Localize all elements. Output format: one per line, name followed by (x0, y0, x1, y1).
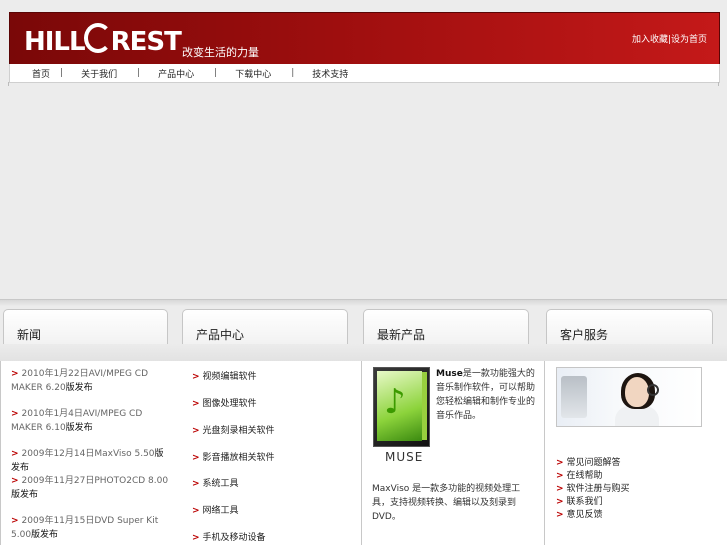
news-date: 2009年12月14日 (21, 449, 95, 459)
news-date: 2010年1月4日 (21, 409, 83, 419)
nav-item-downloads[interactable]: 下载中心 (235, 70, 271, 80)
news-item[interactable]: >2009年11月27日PHOTO2CD 8.00版发布 (11, 474, 171, 502)
divider (8, 82, 9, 86)
news-title: MaxViso 5.50 (94, 449, 155, 459)
product-category-link[interactable]: > 系统工具 (192, 476, 239, 489)
product-category-link[interactable]: > 光盘刻录相关软件 (192, 423, 275, 436)
nav-item-about[interactable]: 关于我们 (81, 70, 117, 80)
service-link[interactable]: > 意见反馈 (556, 507, 603, 520)
news-suffix: 版发布 (31, 530, 59, 540)
nav-item-products[interactable]: 产品中心 (158, 70, 194, 80)
news-date: 2009年11月27日 (21, 476, 95, 486)
nav-separator: | (214, 68, 218, 78)
tab-label: 新闻 (17, 328, 42, 342)
product-name[interactable]: Muse (436, 369, 463, 379)
product-box-label: MUSE (385, 450, 424, 464)
product-category-link[interactable]: > 手机及移动设备 (192, 530, 266, 543)
latest-product-description-2: MaxViso 是一款多功能的视频处理工具，支持视频转换、编辑以及刻录到DVD。 (372, 484, 521, 522)
tab-news[interactable]: 新闻 (3, 309, 168, 344)
nav-item-support[interactable]: 技术支持 (312, 70, 348, 80)
logo-text-rest: REST (110, 27, 182, 57)
tab-product-center[interactable]: 产品中心 (182, 309, 348, 344)
nav-separator: | (60, 68, 64, 78)
tab-customer-service[interactable]: 客户服务 (546, 309, 713, 344)
news-item[interactable]: >2010年1月22日AVI/MPEG CD MAKER 6.20版发布 (11, 367, 171, 395)
news-suffix: 版发布 (65, 383, 93, 393)
news-date: 2010年1月22日 (21, 369, 89, 379)
tab-latest-products[interactable]: 最新产品 (363, 309, 529, 344)
product-category-link[interactable]: > 视频编辑软件 (192, 369, 257, 382)
logo-text-hill: HILL (24, 27, 86, 57)
latest-product-description: Muse是一款功能强大的音乐制作软件，可以帮助您轻松编辑和制作专业的音乐作品。 (436, 369, 536, 421)
slogan: 改变生活的力量 (182, 46, 259, 59)
product-category-link[interactable]: > 影音播放相关软件 (192, 450, 275, 463)
news-title: PHOTO2CD 8.00 (94, 476, 169, 486)
logo[interactable]: HILL REST (24, 23, 182, 57)
nav-separator: | (291, 68, 295, 78)
tab-label: 客户服务 (560, 328, 609, 342)
product-category-link[interactable]: > 图像处理软件 (192, 396, 257, 409)
news-suffix: 版发布 (11, 490, 39, 500)
main-nav: 首页 | 关于我们 | 产品中心 | 下载中心 | 技术支持 (9, 64, 720, 83)
tab-label: 产品中心 (196, 328, 245, 342)
news-suffix: 版发布 (65, 423, 93, 433)
service-link[interactable]: > 软件注册与购买 (556, 481, 630, 494)
bookmark-homepage-links[interactable]: 加入收藏|设为首页 (632, 35, 707, 45)
service-link[interactable]: > 在线帮助 (556, 468, 603, 481)
top-links: 加入收藏|设为首页 (632, 32, 707, 45)
music-note-icon: ♪ (384, 382, 406, 422)
service-link[interactable]: > 联系我们 (556, 494, 603, 507)
divider (718, 82, 719, 86)
nav-separator: | (137, 68, 141, 78)
site-header: HILL REST 改变生活的力量 加入收藏|设为首页 (9, 12, 720, 66)
news-item[interactable]: >2009年12月14日MaxViso 5.50版发布 (11, 447, 171, 475)
news-item[interactable]: >2009年11月15日DVD Super Kit 5.00版发布 (11, 514, 171, 542)
service-link[interactable]: > 常见问题解答 (556, 455, 621, 468)
nav-item-home[interactable]: 首页 (32, 70, 50, 80)
product-category-link[interactable]: > 网络工具 (192, 503, 239, 516)
tab-label: 最新产品 (377, 328, 426, 342)
news-date: 2009年11月15日 (21, 516, 95, 526)
support-agent-photo (556, 367, 702, 427)
news-item[interactable]: >2010年1月4日AVI/MPEG CD MAKER 6.10版发布 (11, 407, 171, 435)
logo-c-icon (83, 23, 112, 53)
headset-icon (647, 384, 659, 396)
muse-product-box-image[interactable]: ♪ (373, 367, 430, 447)
